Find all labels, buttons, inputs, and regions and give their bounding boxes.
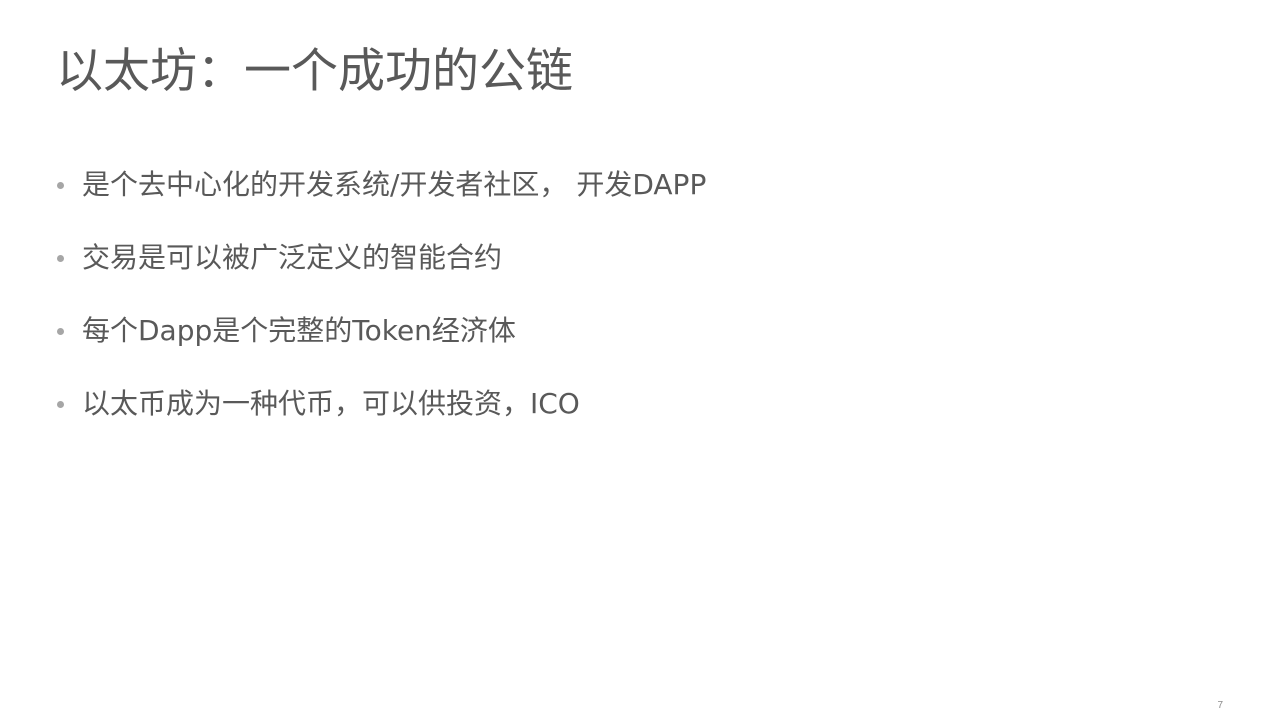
bullet-text: 是个去中心化的开发系统/开发者社区， 开发DAPP bbox=[82, 168, 707, 201]
bullet-text: 交易是可以被广泛定义的智能合约 bbox=[82, 241, 503, 274]
bullet-item: 每个Dapp是个完整的Token经济体 bbox=[54, 306, 706, 356]
bullet-list: 是个去中心化的开发系统/开发者社区， 开发DAPP 交易是可以被广泛定义的智能合… bbox=[54, 160, 706, 452]
bullet-item: 以太币成为一种代币，可以供投资，ICO bbox=[54, 379, 706, 429]
bullet-text: 以太币成为一种代币，可以供投资，ICO bbox=[82, 387, 580, 420]
slide: 以太坊：一个成功的公链 是个去中心化的开发系统/开发者社区， 开发DAPP 交易… bbox=[0, 0, 1280, 720]
bullet-text: 每个Dapp是个完整的Token经济体 bbox=[82, 314, 516, 347]
bullet-dot-icon bbox=[57, 181, 64, 189]
bullet-item: 交易是可以被广泛定义的智能合约 bbox=[54, 233, 706, 283]
bullet-dot-icon bbox=[57, 400, 64, 408]
bullet-dot-icon bbox=[57, 327, 64, 335]
page-number: 7 bbox=[1217, 700, 1223, 711]
bullet-dot-icon bbox=[57, 254, 64, 262]
bullet-item: 是个去中心化的开发系统/开发者社区， 开发DAPP bbox=[54, 160, 706, 210]
slide-title: 以太坊：一个成功的公链 bbox=[56, 44, 573, 99]
